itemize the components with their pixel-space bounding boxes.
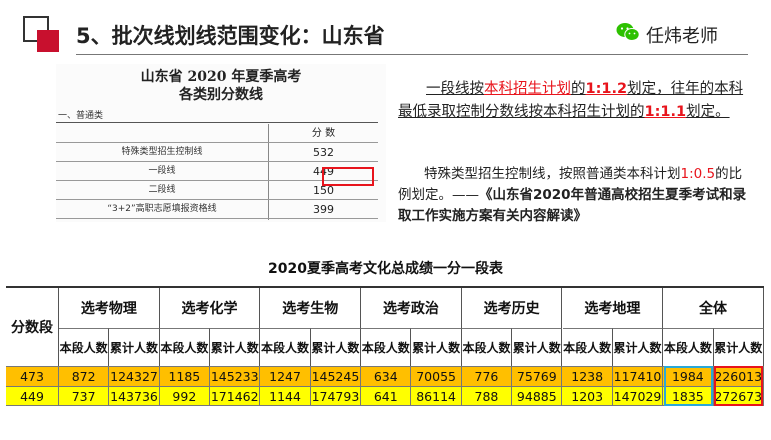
subheader-segment-count: 本段人数 [361, 328, 412, 366]
group-header: 选考生物 [260, 288, 362, 328]
subheader-cumulative-count: 累计人数 [310, 328, 362, 366]
table-header-row: 分 数 [56, 124, 378, 143]
table-cell: 1203 [563, 386, 613, 406]
table-cell: 641 [361, 386, 412, 406]
subheader-segment-count: 本段人数 [461, 328, 513, 366]
highlight-box-red [713, 366, 763, 406]
highlight-box [322, 167, 374, 186]
table-cell: 1247 [260, 366, 311, 386]
column-header-score: 分 数 [311, 128, 336, 139]
logo-square-red [37, 30, 59, 52]
table-cell: 75769 [512, 366, 563, 386]
subheader-segment-count: 本段人数 [59, 328, 110, 366]
table-row: 特殊类型招生控制线 532 [56, 143, 378, 162]
table-cell: 143736 [109, 386, 160, 406]
table-cell: 1185 [160, 366, 211, 386]
subheader-cumulative-count: 累计人数 [612, 328, 664, 366]
score-line-document: 山东省 2020 年夏季高考 各类别分数线 一、普通类 分 数 特殊类型招生控制… [56, 64, 386, 222]
table-row: “3+2”高职志愿填报资格线 399 [56, 200, 378, 219]
subheader-cumulative-count: 累计人数 [109, 328, 160, 366]
subheader-cumulative-count: 累计人数 [411, 328, 462, 366]
special-line-paragraph: 特殊类型招生控制线，按照普通类本科计划1:0.5的比例划定。——《山东省2020… [398, 164, 748, 227]
group-header: 选考化学 [160, 288, 261, 328]
text-span-red: 本科招生计划 [484, 81, 571, 97]
table-cell: 634 [361, 366, 412, 386]
subheader-segment-count: 本段人数 [562, 328, 613, 366]
text-span: 的 [571, 81, 586, 97]
subheader-cumulative-count: 累计人数 [512, 328, 563, 366]
table-cell: 1144 [260, 386, 311, 406]
table-cell: 992 [160, 386, 211, 406]
document-divider [56, 122, 378, 123]
score-cell: 449 [6, 386, 59, 406]
table-cell: 776 [462, 366, 513, 386]
ratio-text: 1:0.5 [680, 166, 716, 182]
row-label: “3+2”高职志愿填报资格线 [107, 204, 217, 214]
ratio-text: 1:1.2 [585, 81, 628, 97]
table-cell: 788 [462, 386, 513, 406]
document-section-label: 一、普通类 [58, 111, 104, 121]
table-title: 2020夏季高考文化总成绩一分一段表 [268, 261, 503, 277]
subheader-segment-count: 本段人数 [260, 328, 311, 366]
row-label: 一段线 [148, 166, 176, 176]
text-span: 划定。 [686, 104, 730, 120]
ratio-text: 1:1.1 [644, 104, 687, 120]
table-cell: 171462 [210, 386, 261, 406]
row-label: 特殊类型招生控制线 [121, 147, 203, 157]
table-cell: 737 [59, 386, 110, 406]
group-header: 全体 [663, 288, 764, 328]
table-cell: 86114 [411, 386, 462, 406]
author-name: 任炜老师 [646, 26, 718, 47]
table-cell: 70055 [411, 366, 462, 386]
row-label: 二段线 [148, 185, 176, 195]
table-cell: 174793 [311, 386, 362, 406]
group-header: 选考历史 [462, 288, 563, 328]
slide-header: 5、批次线划线范围变化：山东省 任炜老师 [0, 0, 771, 62]
table-cell: 147029 [613, 386, 664, 406]
table-cell: 872 [59, 366, 110, 386]
score-cell: 473 [6, 366, 59, 386]
document-subtitle: 各类别分数线 [179, 87, 263, 103]
group-header: 选考物理 [59, 288, 160, 328]
table-cell: 117410 [613, 366, 664, 386]
table-cell: 1238 [563, 366, 613, 386]
table-cell: 94885 [512, 386, 563, 406]
text-span: 特殊类型招生控制线，按照普通类本科计划 [424, 166, 681, 182]
document-title: 山东省 2020 年夏季高考 [140, 69, 302, 85]
row-value: 399 [313, 203, 334, 216]
table-cell: 145233 [210, 366, 261, 386]
row-header-score-range: 分数段 [6, 288, 59, 366]
group-header: 选考地理 [563, 288, 664, 328]
header-divider [76, 54, 748, 55]
wechat-icon [616, 23, 640, 41]
table-cell: 124327 [109, 366, 160, 386]
group-header: 选考政治 [361, 288, 462, 328]
subheader-segment-count: 本段人数 [663, 328, 714, 366]
score-distribution-table: 分数段 选考物理 本段人数 累计人数 选考化学 本段人数 累计人数 选考生物 本段人数 累计人数选… [6, 288, 764, 412]
subheader-cumulative-count: 累计人数 [713, 328, 764, 366]
subheader-cumulative-count: 累计人数 [210, 328, 261, 366]
row-value: 532 [313, 146, 334, 159]
subheader-segment-count: 本段人数 [159, 328, 211, 366]
table-cell: 145245 [311, 366, 362, 386]
highlight-box-blue [664, 366, 713, 406]
text-span: 一段线按 [426, 81, 484, 97]
explanation-paragraph: 一段线按本科招生计划的1:1.2划定，往年的本科最低录取控制分数线按本科招生计划… [398, 78, 748, 124]
slide-title: 5、批次线划线范围变化：山东省 [76, 24, 385, 48]
